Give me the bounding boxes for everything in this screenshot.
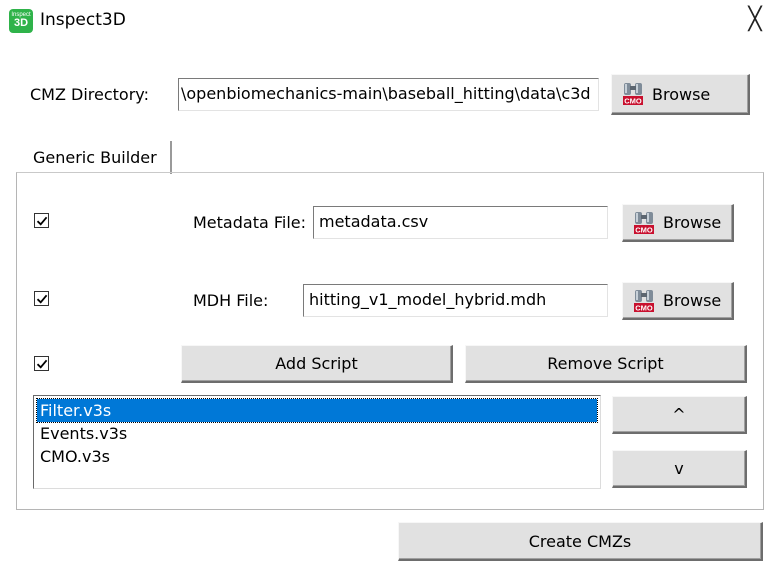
mdh-checkbox[interactable] — [34, 291, 49, 306]
binoculars-cmo-icon: CMO — [623, 83, 643, 106]
mdh-browse-label: Browse — [663, 291, 722, 310]
binoculars-cmo-icon: CMO — [634, 211, 654, 234]
script-list[interactable]: Filter.v3s Events.v3s CMO.v3s — [33, 395, 601, 489]
checkmark-icon — [36, 294, 47, 304]
tab-generic-builder[interactable]: Generic Builder — [18, 141, 172, 174]
checkmark-icon — [36, 359, 47, 369]
cmz-directory-field[interactable]: \openbiomechanics-main\baseball_hitting\… — [178, 78, 599, 111]
scripts-checkbox[interactable] — [34, 356, 49, 371]
svg-text:CMO: CMO — [635, 303, 653, 312]
list-item[interactable]: Events.v3s — [37, 422, 597, 445]
mdh-file-label: MDH File: — [193, 291, 269, 310]
move-down-button[interactable]: v — [612, 450, 747, 488]
cmz-directory-label: CMZ Directory: — [30, 85, 149, 104]
remove-script-button[interactable]: Remove Script — [465, 345, 747, 383]
binoculars-cmo-icon: CMO — [634, 289, 654, 312]
metadata-browse-button[interactable]: CMO Browse — [622, 204, 734, 242]
close-icon[interactable]: ╳ — [740, 6, 770, 34]
metadata-file-field[interactable]: metadata.csv — [313, 206, 608, 239]
create-cmzs-button[interactable]: Create CMZs — [398, 522, 763, 561]
svg-text:CMO: CMO — [635, 225, 653, 234]
checkmark-icon — [36, 216, 47, 226]
app-icon-big-text: 3D — [13, 17, 29, 29]
metadata-checkbox[interactable] — [34, 213, 49, 228]
move-up-button[interactable]: ^ — [612, 396, 747, 434]
add-script-button[interactable]: Add Script — [181, 345, 453, 383]
cmz-browse-button[interactable]: CMO Browse — [611, 74, 750, 115]
list-item[interactable]: Filter.v3s — [36, 398, 598, 423]
cmz-browse-label: Browse — [652, 84, 711, 104]
window-title: Inspect3D — [40, 10, 126, 30]
metadata-browse-label: Browse — [663, 213, 722, 232]
svg-text:CMO: CMO — [624, 97, 642, 106]
app-icon: Inspect 3D — [9, 9, 33, 33]
mdh-browse-button[interactable]: CMO Browse — [622, 282, 734, 320]
list-item[interactable]: CMO.v3s — [37, 445, 597, 468]
metadata-file-label: Metadata File: — [193, 213, 307, 232]
mdh-file-field[interactable]: hitting_v1_model_hybrid.mdh — [303, 284, 608, 317]
